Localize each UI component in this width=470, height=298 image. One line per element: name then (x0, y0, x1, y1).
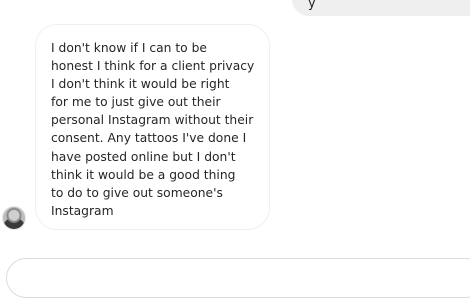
sent-message-text: y (308, 0, 316, 11)
sender-avatar[interactable] (2, 206, 26, 230)
message-composer-input[interactable] (6, 258, 470, 298)
sent-message-bubble: y (292, 0, 470, 16)
received-message-bubble: I don't know if I can to be honest I thi… (35, 24, 270, 230)
received-message-text: I don't know if I can to be honest I thi… (51, 41, 255, 218)
